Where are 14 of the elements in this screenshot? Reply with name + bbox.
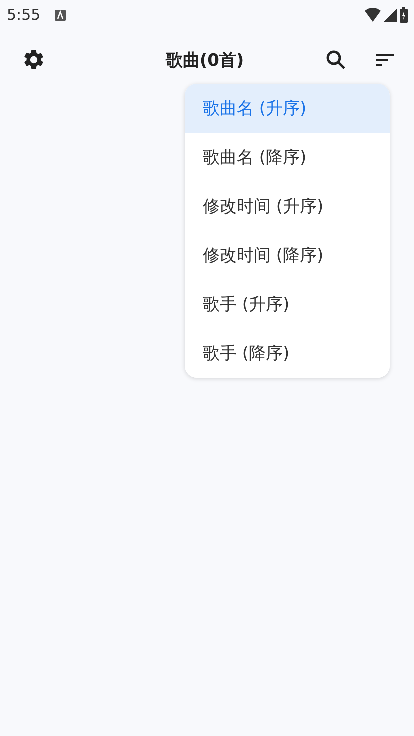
menu-item[interactable]: 歌曲名 (升序): [185, 84, 390, 133]
signal-icon: [384, 8, 397, 22]
page-title: 歌曲(0首): [164, 50, 246, 72]
wifi-icon: [365, 8, 381, 22]
menu-item[interactable]: 修改时间 (升序): [185, 182, 390, 231]
battery-icon: [400, 7, 408, 23]
status-time: 5:55: [7, 6, 41, 24]
menu-item[interactable]: 修改时间 (降序): [185, 231, 390, 280]
notification-icon: [54, 10, 66, 20]
menu-item[interactable]: 歌手 (升序): [185, 280, 390, 329]
settings-icon: [22, 48, 46, 72]
menu-item[interactable]: 歌曲名 (降序): [185, 133, 390, 182]
menu-item[interactable]: 歌手 (降序): [185, 329, 390, 378]
search-icon: [324, 48, 348, 72]
